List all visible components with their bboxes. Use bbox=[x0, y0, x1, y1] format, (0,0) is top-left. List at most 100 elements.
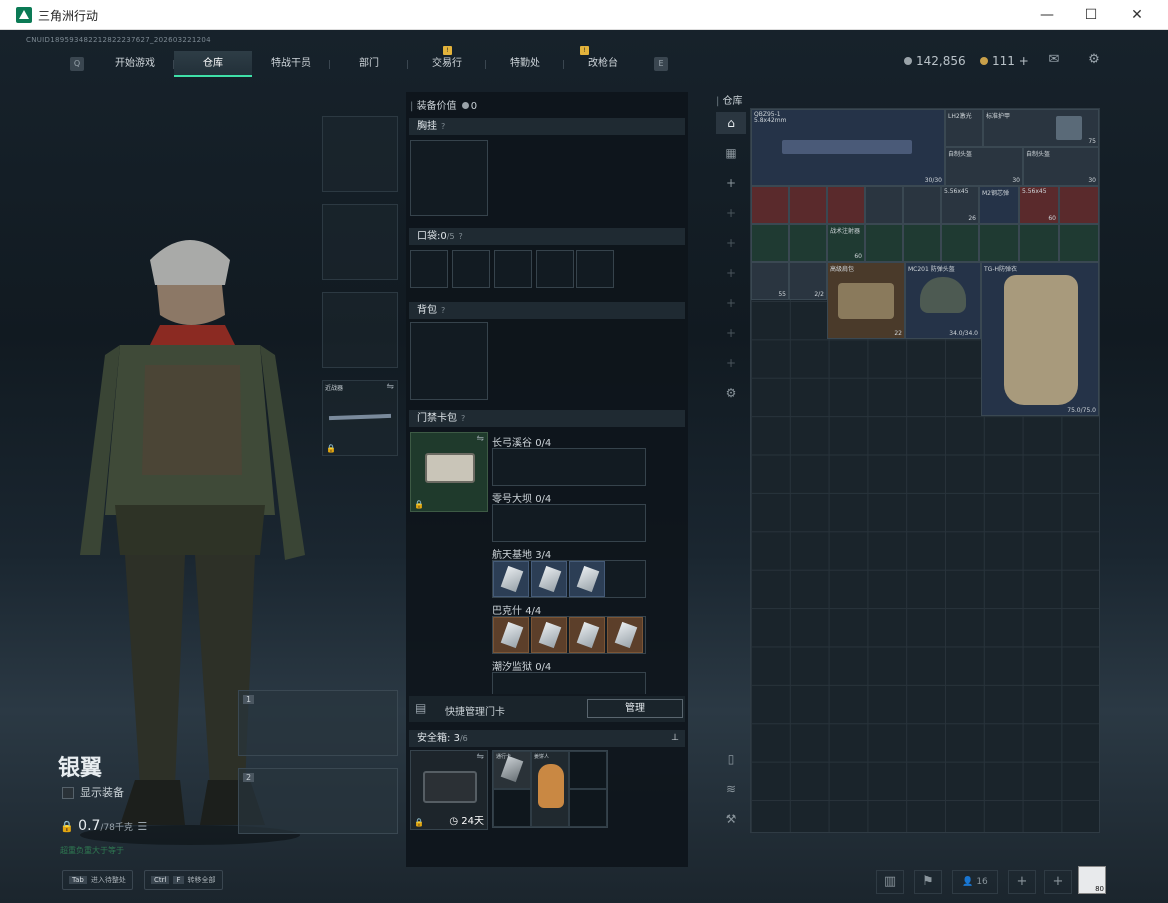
checkbox[interactable] bbox=[62, 787, 74, 799]
pocket-slot[interactable] bbox=[452, 250, 490, 288]
maximize-button[interactable]: ☐ bbox=[1068, 0, 1114, 30]
warehouse-item[interactable]: 标准护甲 75 bbox=[983, 109, 1099, 147]
add-tab-icon[interactable]: + bbox=[716, 352, 746, 374]
layers-icon[interactable]: ≋ bbox=[716, 778, 746, 800]
pocket-slot[interactable] bbox=[536, 250, 574, 288]
keycard-row[interactable] bbox=[492, 616, 646, 654]
warehouse-item[interactable]: LH2激光 bbox=[945, 109, 983, 147]
warehouse-item[interactable]: QBZ95-1 5.8x42mm 30/30 bbox=[751, 109, 945, 186]
close-button[interactable]: ✕ bbox=[1114, 0, 1160, 30]
warehouse-item[interactable]: 高级肩包 22 bbox=[827, 262, 905, 339]
ammo-box-item[interactable] bbox=[827, 186, 865, 224]
syringe-item[interactable] bbox=[751, 224, 789, 262]
tools-icon[interactable]: ⚒ bbox=[716, 808, 746, 830]
friends-button[interactable]: 👤 16 bbox=[952, 870, 998, 894]
pistol-slot[interactable] bbox=[322, 292, 398, 368]
mail-icon[interactable]: ✉ bbox=[1046, 52, 1062, 68]
ammo-item[interactable]: M2钢芯弹 bbox=[979, 186, 1019, 224]
ammo-box-item[interactable] bbox=[903, 186, 941, 224]
nav-key-right[interactable]: E bbox=[654, 57, 668, 71]
pouch-item[interactable]: 2/2 bbox=[789, 262, 827, 300]
settings-gear-icon[interactable]: ⚙ bbox=[1086, 52, 1102, 68]
swap-icon[interactable]: ⇋ bbox=[476, 752, 484, 762]
safe-empty-cell[interactable] bbox=[569, 751, 607, 789]
keycard-item[interactable] bbox=[607, 617, 643, 653]
safe-empty-cell[interactable] bbox=[569, 789, 607, 827]
help-icon[interactable]: ? bbox=[461, 414, 465, 423]
warehouse-item[interactable]: MC201 防弹头盔 34.0/34.0 bbox=[905, 262, 981, 339]
keycard-item[interactable] bbox=[493, 561, 529, 597]
add-tab-icon[interactable]: + bbox=[716, 322, 746, 344]
tab-gunsmith[interactable]: ! 改枪台 bbox=[564, 46, 642, 77]
syringe-item[interactable]: 55 bbox=[751, 262, 789, 300]
keycard-row[interactable] bbox=[492, 448, 646, 486]
warehouse-tab-all-icon[interactable]: ⌂ bbox=[716, 112, 746, 134]
show-gear-toggle[interactable]: 显示装备 bbox=[62, 784, 124, 800]
add-tab-icon[interactable]: + bbox=[716, 232, 746, 254]
syringe-item[interactable] bbox=[941, 224, 979, 262]
tab-warehouse[interactable]: 仓库 bbox=[174, 51, 252, 77]
gold-balance[interactable]: 111 + bbox=[980, 54, 1029, 68]
keycard-item[interactable] bbox=[493, 617, 529, 653]
pocket-slot[interactable] bbox=[576, 250, 614, 288]
tab-start-game[interactable]: 开始游戏 bbox=[96, 51, 174, 77]
add-tab-icon[interactable]: + bbox=[716, 172, 746, 194]
warehouse-item[interactable]: 自制头盔 30 bbox=[945, 147, 1023, 186]
armor-slot[interactable] bbox=[322, 204, 398, 280]
helmet-slot[interactable] bbox=[322, 116, 398, 192]
add-party-icon[interactable]: + bbox=[1044, 870, 1072, 894]
tab-department[interactable]: 部门 bbox=[330, 51, 408, 77]
add-party-icon[interactable]: + bbox=[1008, 870, 1036, 894]
ammo-item[interactable]: 5.56x45 60 bbox=[1019, 186, 1059, 224]
manage-button[interactable]: 管理 bbox=[587, 699, 683, 718]
ammo-box-item[interactable] bbox=[865, 186, 903, 224]
list-icon[interactable]: ☰ bbox=[137, 820, 147, 833]
syringe-item[interactable] bbox=[865, 224, 903, 262]
safe-empty-cell[interactable] bbox=[493, 789, 531, 827]
syringe-item[interactable] bbox=[1059, 186, 1099, 224]
add-gold-button[interactable]: + bbox=[1019, 54, 1029, 68]
syringe-item[interactable] bbox=[1059, 224, 1099, 262]
tab-operators[interactable]: 特战干员 bbox=[252, 51, 330, 77]
safe-item-card[interactable]: 通行卡 bbox=[493, 751, 531, 789]
swap-icon[interactable]: ⇋ bbox=[386, 382, 394, 392]
add-tab-icon[interactable]: + bbox=[716, 292, 746, 314]
ammo-item[interactable]: 5.56x45 26 bbox=[941, 186, 979, 224]
pin-icon[interactable]: ⊥ bbox=[671, 730, 679, 747]
safe-box-slot[interactable]: ⇋ 🔒 ◷ 24天 bbox=[410, 750, 488, 830]
keycard-row[interactable] bbox=[492, 560, 646, 598]
enter-staging-button[interactable]: Tab 进入待整处 bbox=[62, 870, 133, 890]
sort-icon[interactable]: ▯ bbox=[716, 748, 746, 770]
ammo-box-item[interactable] bbox=[751, 186, 789, 224]
help-icon[interactable]: ? bbox=[459, 232, 463, 241]
primary-weapon-slot-2[interactable]: 2 bbox=[238, 768, 398, 834]
warehouse-item[interactable]: TG-H防弹衣 75.0/75.0 bbox=[981, 262, 1099, 416]
flag-icon[interactable]: ⚑ bbox=[914, 870, 942, 894]
warehouse-settings-icon[interactable]: ⚙ bbox=[716, 382, 746, 404]
syringe-item[interactable] bbox=[789, 224, 827, 262]
warehouse-tab-2-icon[interactable]: ▦ bbox=[716, 142, 746, 164]
ammo-box-item[interactable] bbox=[789, 186, 827, 224]
syringe-item[interactable] bbox=[979, 224, 1019, 262]
nav-key-left[interactable]: Q bbox=[70, 57, 84, 71]
backpack-slot[interactable] bbox=[410, 322, 488, 400]
keycard-item[interactable] bbox=[531, 561, 567, 597]
keycard-row[interactable] bbox=[492, 504, 646, 542]
keycard-item[interactable] bbox=[531, 617, 567, 653]
keycard-row[interactable] bbox=[492, 672, 646, 694]
minimize-button[interactable]: — bbox=[1024, 0, 1070, 30]
syringe-item[interactable] bbox=[1019, 224, 1059, 262]
help-icon[interactable]: ? bbox=[441, 306, 445, 315]
primary-weapon-slot-1[interactable]: 1 bbox=[238, 690, 398, 756]
add-tab-icon[interactable]: + bbox=[716, 262, 746, 284]
keycard-case[interactable]: ⇋ 🔒 bbox=[410, 432, 488, 512]
tab-trade[interactable]: ! 交易行 bbox=[408, 46, 486, 77]
transfer-all-button[interactable]: Ctrl F 转移全部 bbox=[144, 870, 223, 890]
syringe-item[interactable] bbox=[903, 224, 941, 262]
pocket-slot[interactable] bbox=[494, 250, 532, 288]
keycard-item[interactable] bbox=[569, 561, 605, 597]
melee-slot[interactable]: 近战器 ⇋ 🔒 bbox=[322, 380, 398, 456]
syringe-item[interactable]: 战术注射器 60 bbox=[827, 224, 865, 262]
player-avatar[interactable]: 80 bbox=[1078, 866, 1106, 894]
tab-special-ops[interactable]: 特勤处 bbox=[486, 51, 564, 77]
